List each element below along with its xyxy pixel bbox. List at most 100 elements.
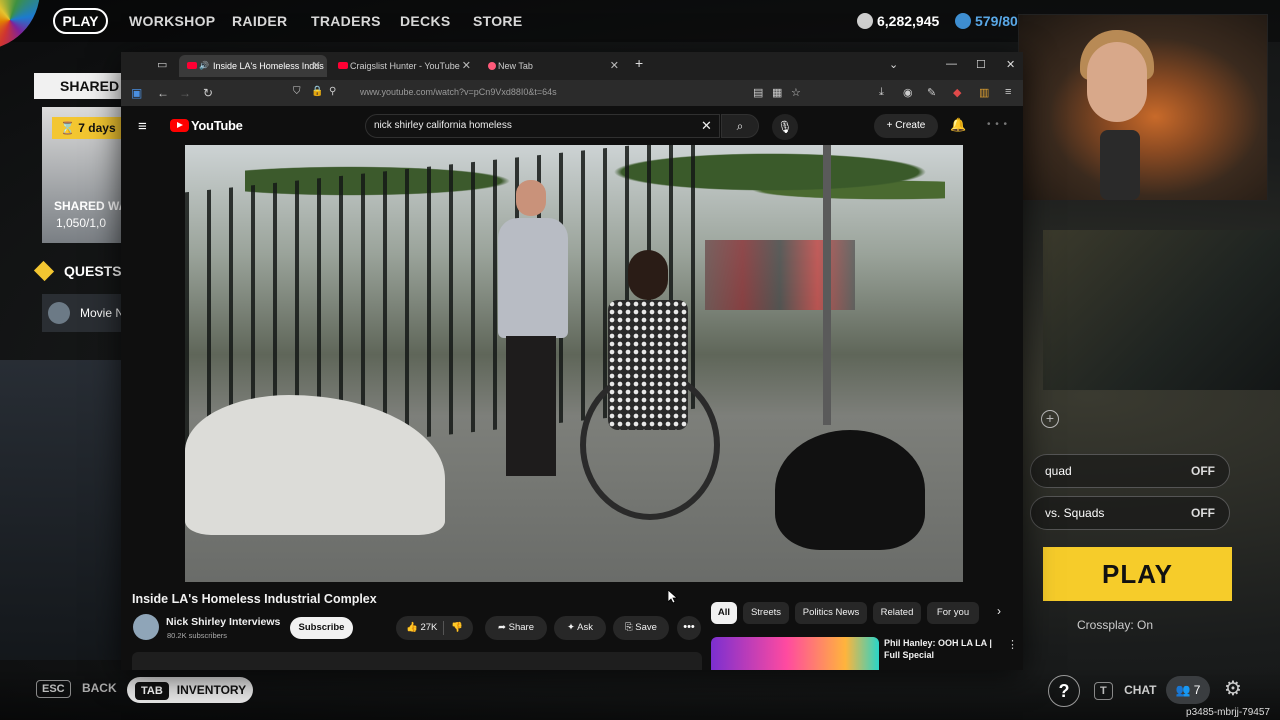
- close-icon[interactable]: ✕: [462, 55, 471, 77]
- chip-streets[interactable]: Streets: [743, 602, 789, 624]
- nav-store[interactable]: STORE: [473, 13, 522, 29]
- toggle-vs-squads-state: OFF: [1191, 506, 1215, 520]
- maximize-icon[interactable]: ☐: [976, 58, 986, 71]
- credits-icon: [857, 13, 873, 29]
- reload-icon[interactable]: ↻: [203, 86, 213, 100]
- nav-raider[interactable]: RAIDER: [232, 13, 287, 29]
- recommended-video-title[interactable]: Phil Hanley: OOH LA LA | Full Special: [884, 637, 1004, 670]
- play-button[interactable]: PLAY: [1043, 547, 1232, 601]
- quest-avatar: [48, 302, 70, 324]
- window-close-icon[interactable]: ✕: [1006, 58, 1015, 71]
- chip-all[interactable]: All: [711, 602, 737, 624]
- forward-arrow-icon[interactable]: →: [179, 86, 191, 100]
- related-chips: All Streets Politics News Related For yo…: [711, 602, 1011, 626]
- reader-view-icon[interactable]: ▦: [772, 86, 782, 99]
- tab-title: Inside LA's Homeless Indus: [213, 61, 324, 71]
- days-badge: ⌛ 7 days: [52, 117, 122, 139]
- lock-icon[interactable]: 🔒: [311, 86, 323, 97]
- help-button[interactable]: ?: [1048, 675, 1080, 707]
- notifications-bell-icon[interactable]: 🔔: [950, 117, 966, 133]
- search-icon: ⌕: [736, 119, 744, 133]
- clear-search-icon[interactable]: ✕: [701, 118, 712, 134]
- toggle-squad-label: quad: [1045, 464, 1072, 478]
- create-button[interactable]: + Create: [874, 114, 938, 138]
- nav-workshop[interactable]: WORKSHOP: [129, 13, 215, 29]
- chip-politics-news[interactable]: Politics News: [795, 602, 867, 624]
- chat-button[interactable]: T CHAT: [1094, 682, 1157, 700]
- chip-for-you[interactable]: For you: [927, 602, 979, 624]
- credits-display: 6,282,945: [857, 13, 939, 29]
- shared-name: SHARED WA: [54, 199, 122, 213]
- chip-related[interactable]: Related: [873, 602, 921, 624]
- kebab-menu-icon[interactable]: ⋮: [1007, 638, 1018, 651]
- loading-indicator: • • •: [987, 119, 1009, 130]
- toggle-squad[interactable]: quad OFF: [1030, 454, 1230, 488]
- address-bar[interactable]: www.youtube.com/watch?v=pCn9Vxd88I0&t=64…: [360, 87, 557, 97]
- back-button[interactable]: ESC BACK: [36, 680, 117, 698]
- back-arrow-icon[interactable]: ←: [157, 86, 169, 100]
- extensions-icon[interactable]: ✎: [927, 86, 936, 99]
- esc-key: ESC: [36, 680, 71, 698]
- game-play-tab[interactable]: PLAY: [53, 8, 108, 34]
- youtube-logo[interactable]: YouTube: [170, 118, 243, 133]
- settings-gear-icon[interactable]: ⚙: [1224, 678, 1246, 700]
- like-dislike-group: 👍 27K 👎: [396, 616, 473, 640]
- share-button[interactable]: ➦ Share: [485, 616, 547, 640]
- description-box[interactable]: [132, 652, 702, 670]
- like-button[interactable]: 👍 27K: [406, 616, 437, 640]
- shield-icon[interactable]: ⛉: [293, 86, 301, 97]
- close-icon[interactable]: ✕: [312, 55, 321, 77]
- recommended-video-thumbnail[interactable]: [711, 637, 879, 670]
- divider: [443, 621, 444, 635]
- download-icon[interactable]: ⤓: [879, 86, 884, 99]
- toggle-vs-squads[interactable]: vs. Squads OFF: [1030, 496, 1230, 530]
- tab-list-icon[interactable]: ▭: [157, 58, 167, 71]
- search-button[interactable]: ⌕: [721, 114, 759, 138]
- extension-icon[interactable]: ▥: [979, 86, 989, 99]
- more-actions-icon[interactable]: •••: [677, 616, 701, 640]
- save-label: Save: [635, 622, 657, 633]
- channel-avatar[interactable]: [133, 614, 159, 640]
- browser-tab[interactable]: New Tab ✕: [480, 55, 625, 77]
- minimize-icon[interactable]: —: [946, 58, 957, 70]
- browser-tab-active[interactable]: 🔊 Inside LA's Homeless Indus ✕: [179, 55, 327, 77]
- video-trash-bags: [775, 430, 925, 550]
- voice-search-button[interactable]: 🎙: [772, 114, 798, 140]
- inventory-button[interactable]: TAB INVENTORY: [127, 677, 253, 703]
- subscribe-button[interactable]: Subscribe: [290, 617, 353, 639]
- close-icon[interactable]: ✕: [610, 55, 619, 77]
- new-tab-button[interactable]: +: [635, 55, 643, 71]
- channel-name[interactable]: Nick Shirley Interviews: [166, 616, 280, 628]
- sidebar-icon[interactable]: ▣: [131, 86, 142, 100]
- subscriber-count: 80.2K subscribers: [167, 631, 228, 640]
- hamburger-menu-icon[interactable]: ≡: [138, 118, 147, 135]
- chevron-right-icon[interactable]: ›: [997, 604, 1001, 618]
- picture-in-picture-icon[interactable]: ▤: [753, 86, 763, 99]
- squad-count: 7: [1193, 683, 1201, 697]
- tab-overflow-chevron-icon[interactable]: ⌄: [889, 58, 898, 71]
- browser-tab[interactable]: Craigslist Hunter - YouTube ✕: [330, 55, 477, 77]
- tab-key: TAB: [135, 682, 169, 700]
- video-person-wheelchair: [580, 250, 720, 560]
- people-icon: 👥: [1175, 683, 1191, 697]
- save-button[interactable]: ⎘ Save: [613, 616, 669, 640]
- like-count: 27K: [420, 622, 438, 633]
- menu-icon[interactable]: ≡: [1005, 86, 1011, 98]
- ask-button[interactable]: ✦ Ask: [554, 616, 606, 640]
- squad-button[interactable]: 👥 7: [1166, 676, 1210, 704]
- permissions-icon[interactable]: ⚲: [329, 86, 336, 97]
- nav-traders[interactable]: TRADERS: [311, 13, 381, 29]
- sparkle-icon: ✦: [567, 622, 575, 633]
- thumbs-down-icon[interactable]: 👎: [451, 616, 463, 640]
- add-icon[interactable]: +: [1041, 410, 1059, 428]
- search-input[interactable]: nick shirley california homeless: [365, 114, 720, 138]
- nav-decks[interactable]: DECKS: [400, 13, 451, 29]
- chat-key: T: [1094, 682, 1113, 700]
- extension-badge-icon[interactable]: ◆: [953, 86, 961, 99]
- game-scene-right: [1043, 230, 1280, 390]
- mouse-cursor-icon: [667, 589, 679, 609]
- bookmark-star-icon[interactable]: ☆: [791, 86, 801, 99]
- firefox-favicon-icon: [488, 62, 496, 70]
- video-player[interactable]: [185, 145, 963, 582]
- account-icon[interactable]: ◉: [903, 86, 913, 99]
